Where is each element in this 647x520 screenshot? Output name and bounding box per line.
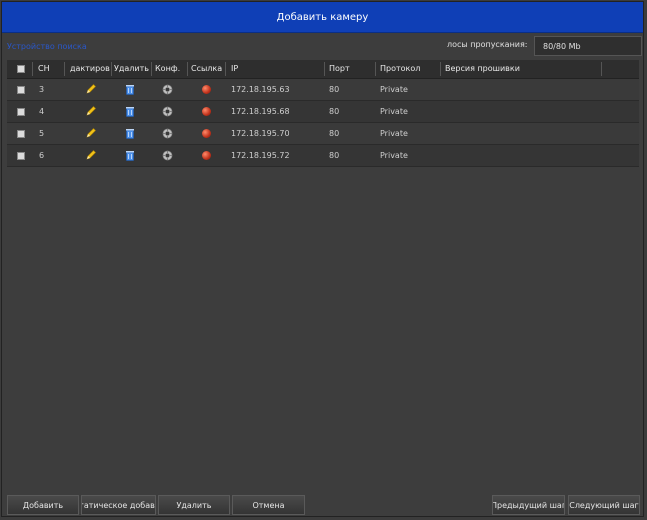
cell-port: 80	[329, 107, 340, 116]
trash-icon[interactable]	[125, 106, 135, 119]
gear-icon[interactable]	[162, 84, 173, 97]
window-title: Добавить камеру	[2, 2, 643, 33]
bandwidth-value: 80/80 Mb	[534, 36, 642, 56]
bandwidth-label: лосы пропускания:	[447, 40, 528, 49]
cell-ip: 172.18.195.68	[231, 107, 290, 116]
table-header: CH дактирова Удалить Конф. Ссылка IP Пор…	[7, 60, 639, 79]
cancel-button[interactable]: Отмена	[232, 495, 305, 515]
status-dot-icon	[202, 151, 211, 160]
pencil-icon[interactable]	[85, 127, 97, 141]
pencil-icon[interactable]	[85, 105, 97, 119]
table-row[interactable]: 3 172.18.195.63 80 Private	[7, 79, 639, 101]
col-ip: IP	[231, 64, 239, 73]
cell-port: 80	[329, 151, 340, 160]
col-config: Конф.	[155, 64, 181, 73]
gear-icon[interactable]	[162, 106, 173, 119]
col-port: Порт	[329, 64, 350, 73]
prev-step-button[interactable]: Предыдущий шаг	[492, 495, 565, 515]
col-ch: CH	[38, 64, 50, 73]
status-dot-icon	[202, 85, 211, 94]
col-edit: дактирова	[70, 64, 110, 73]
col-link: Ссылка	[191, 64, 223, 73]
cell-ip: 172.18.195.63	[231, 85, 290, 94]
trash-icon[interactable]	[125, 150, 135, 163]
cell-protocol: Private	[380, 151, 408, 160]
pencil-icon[interactable]	[85, 83, 97, 97]
row-checkbox[interactable]	[17, 152, 25, 160]
add-button[interactable]: Добавить	[7, 495, 79, 515]
cell-protocol: Private	[380, 85, 408, 94]
pencil-icon[interactable]	[85, 149, 97, 163]
col-firmware: Версия прошивки	[445, 64, 520, 73]
cell-ch: 3	[39, 85, 45, 94]
col-delete: Удалить	[114, 64, 149, 73]
search-devices-label: Устройство поиска	[7, 41, 87, 51]
table-row[interactable]: 5 172.18.195.70 80 Private	[7, 123, 639, 145]
cell-protocol: Private	[380, 107, 408, 116]
cell-ip: 172.18.195.72	[231, 151, 290, 160]
table-row[interactable]: 4 172.18.195.68 80 Private	[7, 101, 639, 123]
cell-port: 80	[329, 85, 340, 94]
next-step-button[interactable]: Следующий шаг	[568, 495, 640, 515]
row-checkbox[interactable]	[17, 86, 25, 94]
info-bar: Устройство поиска лосы пропускания: 80/8…	[7, 36, 642, 56]
cell-ch: 5	[39, 129, 45, 138]
row-checkbox[interactable]	[17, 130, 25, 138]
cell-ch: 4	[39, 107, 45, 116]
status-dot-icon	[202, 129, 211, 138]
table-body: 3 172.18.195.63 80 Private 4 172.18.195.68 80 P…	[7, 79, 639, 167]
trash-icon[interactable]	[125, 84, 135, 97]
gear-icon[interactable]	[162, 128, 173, 141]
cell-port: 80	[329, 129, 340, 138]
auto-add-button[interactable]: гатическое добав.	[81, 495, 156, 515]
trash-icon[interactable]	[125, 128, 135, 141]
cell-ip: 172.18.195.70	[231, 129, 290, 138]
status-dot-icon	[202, 107, 211, 116]
cell-ch: 6	[39, 151, 45, 160]
table-row[interactable]: 6 172.18.195.72 80 Private	[7, 145, 639, 167]
col-protocol: Протокол	[380, 64, 421, 73]
select-all-checkbox[interactable]	[17, 65, 25, 73]
add-camera-window: Добавить камеру Устройство поиска лосы п…	[1, 1, 644, 517]
gear-icon[interactable]	[162, 150, 173, 163]
cell-protocol: Private	[380, 129, 408, 138]
camera-table: CH дактирова Удалить Конф. Ссылка IP Пор…	[7, 60, 639, 167]
row-checkbox[interactable]	[17, 108, 25, 116]
delete-button[interactable]: Удалить	[158, 495, 230, 515]
